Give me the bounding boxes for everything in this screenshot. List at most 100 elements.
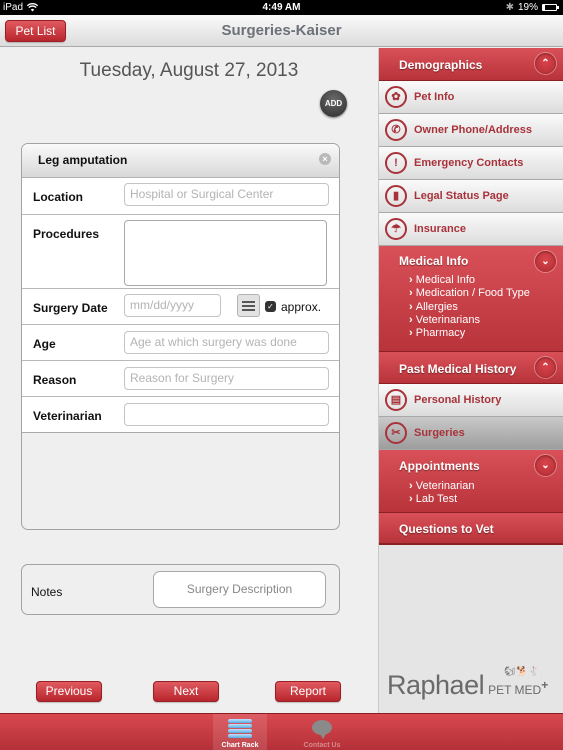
logo-name: Raphael — [387, 670, 485, 700]
previous-button[interactable]: Previous — [36, 681, 102, 702]
reason-input[interactable]: Reason for Surgery — [124, 367, 329, 390]
umbrella-icon: ☂ — [385, 218, 407, 240]
section-title: Medical Info — [399, 254, 469, 268]
procedures-textarea[interactable] — [124, 220, 327, 286]
reason-label: Reason — [33, 373, 77, 387]
sidebar-item-label: Surgeries — [414, 427, 465, 439]
sublink-medication-food-type[interactable]: Medication / Food Type — [409, 287, 530, 300]
siren-icon: ! — [385, 152, 407, 174]
chevron-down-icon[interactable]: ⌄ — [535, 251, 556, 272]
section-title: Questions to Vet — [399, 522, 494, 536]
age-row: Age Age at which surgery was done — [22, 325, 339, 361]
veterinarian-input[interactable] — [124, 403, 329, 426]
chevron-up-icon[interactable]: ⌃ — [535, 357, 556, 378]
scissors-icon: ✂ — [385, 422, 407, 444]
sidebar-item-surgeries[interactable]: ✂ Surgeries — [379, 417, 563, 450]
battery-percent: 19% — [517, 2, 538, 13]
surgery-date-label: Surgery Date — [33, 301, 108, 315]
main-content: Tuesday, August 27, 2013 ADD Leg amputat… — [0, 48, 378, 713]
battery-icon — [542, 4, 559, 11]
veterinarian-row: Veterinarian — [22, 397, 339, 433]
procedures-row: Procedures — [22, 215, 339, 289]
list-icon — [242, 309, 255, 311]
age-input[interactable]: Age at which surgery was done — [124, 331, 329, 354]
section-questions-to-vet[interactable]: Questions to Vet — [379, 513, 563, 545]
report-button[interactable]: Report — [275, 681, 341, 702]
sublink-allergies[interactable]: Allergies — [409, 301, 530, 314]
section-title: Demographics — [399, 58, 483, 72]
page-title: Surgeries-Kaiser — [221, 22, 342, 39]
age-label: Age — [33, 337, 56, 351]
section-demographics[interactable]: Demographics ⌃ — [379, 48, 563, 81]
phone-icon: ✆ — [385, 119, 407, 141]
sidebar-item-legal-status-page[interactable]: ▮ Legal Status Page — [379, 180, 563, 213]
chevron-down-icon[interactable]: ⌄ — [535, 455, 556, 476]
location-input[interactable]: Hospital or Surgical Center — [124, 183, 329, 206]
sidebar-item-insurance[interactable]: ☂ Insurance — [379, 213, 563, 246]
appointments-sublist: Veterinarian Lab Test — [409, 480, 475, 507]
close-icon[interactable]: × — [319, 153, 331, 165]
sublink-pharmacy[interactable]: Pharmacy — [409, 327, 530, 340]
tab-label: Chart Rack — [221, 742, 259, 749]
section-past-medical-history[interactable]: Past Medical History ⌃ — [379, 352, 563, 384]
notes-label: Notes — [31, 585, 63, 599]
signal-bars-icon: ▮ — [385, 185, 407, 207]
sublink-veterinarians[interactable]: Veterinarians — [409, 314, 530, 327]
surgery-description-button[interactable]: Surgery Description — [153, 571, 326, 608]
section-appointments[interactable]: Appointments ⌄ Veterinarian Lab Test — [379, 450, 563, 513]
veterinarian-label: Veterinarian — [33, 409, 102, 423]
section-title: Past Medical History — [399, 362, 517, 376]
status-bar: iPad 4:49 AM ✱ 19% — [0, 0, 563, 15]
logo-suffix-text: PET MED — [488, 683, 542, 697]
chevron-up-icon[interactable]: ⌃ — [535, 53, 556, 74]
navigation-bar: Surgeries-Kaiser Pet List — [0, 15, 563, 47]
next-button[interactable]: Next — [153, 681, 219, 702]
logo-suffix: 🐿🐕🐇 PET MED+ — [488, 666, 549, 697]
date-picker-list-button[interactable] — [237, 294, 260, 317]
approx-checkbox[interactable]: ✓ — [265, 301, 276, 312]
sidebar-item-label: Pet Info — [414, 91, 455, 103]
approx-label: approx. — [281, 300, 322, 314]
list-icon — [242, 305, 255, 307]
tab-label: Contact Us — [303, 742, 341, 749]
surgery-title: Leg amputation — [38, 153, 128, 167]
sublink-veterinarian[interactable]: Veterinarian — [409, 480, 475, 493]
tab-contact-us[interactable]: Contact Us — [295, 714, 349, 750]
location-label: Location — [33, 190, 83, 204]
reason-row: Reason Reason for Surgery — [22, 361, 339, 397]
pets-silhouette-icon: 🐿🐕🐇 — [504, 666, 541, 676]
sidebar-item-owner-phone-address[interactable]: ✆ Owner Phone/Address — [379, 114, 563, 147]
surgery-card-header: Leg amputation × — [22, 144, 339, 178]
medical-info-sublist: Medical Info Medication / Food Type Alle… — [409, 274, 530, 340]
raphael-pet-med-logo: Raphael 🐿🐕🐇 PET MED+ — [387, 666, 549, 701]
bluetooth-icon: ✱ — [505, 2, 514, 13]
clipboard-icon: ▤ — [385, 389, 407, 411]
surgery-date-row: Surgery Date mm/dd/yyyy ✓ approx. — [22, 289, 339, 325]
sidebar-item-label: Personal History — [414, 394, 502, 406]
sidebar-item-label: Emergency Contacts — [414, 157, 524, 169]
notes-panel: Notes Surgery Description — [21, 564, 340, 615]
pet-list-button[interactable]: Pet List — [5, 20, 66, 42]
sidebar-item-label: Owner Phone/Address — [414, 124, 532, 136]
sidebar-item-emergency-contacts[interactable]: ! Emergency Contacts — [379, 147, 563, 180]
sidebar-item-personal-history[interactable]: ▤ Personal History — [379, 384, 563, 417]
speech-bubble-icon — [312, 720, 332, 739]
add-button[interactable]: ADD — [320, 90, 347, 117]
logo-plus: + — [541, 678, 549, 692]
sublink-medical-info[interactable]: Medical Info — [409, 274, 530, 287]
surgery-card: Leg amputation × Location Hospital or Su… — [21, 143, 340, 530]
sidebar: Demographics ⌃ ✿ Pet Info ✆ Owner Phone/… — [378, 48, 563, 713]
sidebar-item-pet-info[interactable]: ✿ Pet Info — [379, 81, 563, 114]
section-medical-info[interactable]: Medical Info ⌄ Medical Info Medication /… — [379, 246, 563, 352]
procedures-label: Procedures — [33, 227, 100, 241]
date-heading: Tuesday, August 27, 2013 — [79, 60, 299, 81]
list-icon — [242, 301, 255, 303]
section-title: Appointments — [399, 459, 480, 473]
app-screen: iPad 4:49 AM ✱ 19% Surgeries-Kaiser Pet … — [0, 0, 563, 750]
sidebar-item-label: Legal Status Page — [414, 190, 509, 202]
sublink-lab-test[interactable]: Lab Test — [409, 493, 474, 506]
clock: 4:49 AM — [262, 2, 301, 13]
surgery-date-input[interactable]: mm/dd/yyyy — [124, 294, 221, 317]
chart-rack-icon — [228, 719, 252, 739]
tab-chart-rack[interactable]: Chart Rack — [213, 714, 267, 750]
